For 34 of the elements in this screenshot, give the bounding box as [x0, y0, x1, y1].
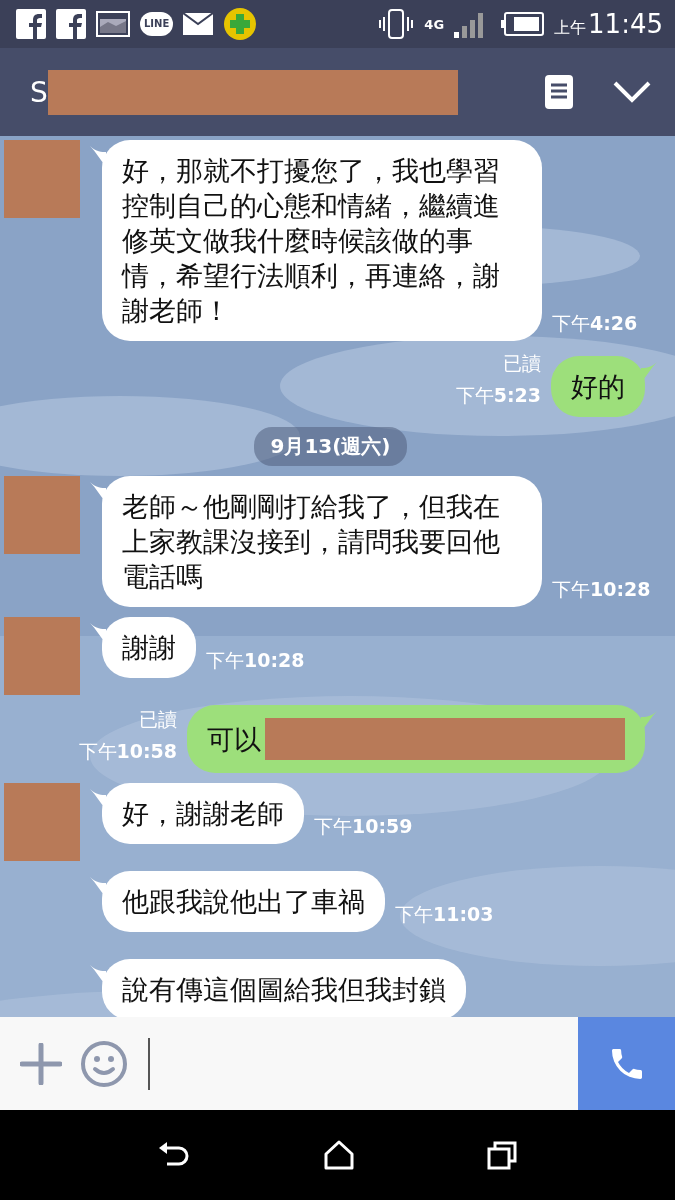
line-app-icon: LINE: [140, 12, 174, 36]
network-type: 4G: [424, 17, 445, 31]
image-icon: [96, 11, 130, 37]
call-button[interactable]: [578, 1017, 675, 1110]
recent-apps-icon[interactable]: [486, 1140, 519, 1170]
notes-icon[interactable]: [545, 75, 573, 109]
message-bubble: 可以: [187, 705, 645, 773]
plus-app-icon: [223, 7, 258, 41]
message-bubble: 好，那就不打擾您了，我也學習控制自己的心態和情緒，繼續進修英文做我什麼時候該做的事情，希望行法順利，再連絡，謝謝老師！: [102, 140, 542, 341]
message-bubble: 好，謝謝老師: [102, 783, 304, 844]
facebook-icon: [56, 9, 86, 39]
emoji-icon[interactable]: [80, 1039, 128, 1088]
battery-icon: [500, 12, 545, 36]
home-icon[interactable]: [323, 1140, 354, 1170]
message-time: 下午10:28: [206, 648, 305, 673]
read-label: 已讀: [139, 707, 177, 732]
plus-icon[interactable]: [20, 1042, 62, 1085]
message-bubble: 他跟我說他出了車禍: [102, 871, 385, 932]
facebook-icon: [16, 9, 46, 39]
message-time: 下午10:28: [552, 577, 651, 602]
read-label: 已讀: [503, 351, 541, 376]
mail-icon: [183, 13, 214, 35]
message-time: 下午4:26: [552, 311, 638, 336]
message-bubble: 老師～他剛剛打給我了，但我在上家教課沒接到，請問我要回他電話嗎: [102, 476, 542, 607]
clock: 上午 11:45: [554, 11, 663, 37]
chat-title: S: [30, 75, 48, 109]
message-time: 下午10:58: [78, 739, 177, 764]
chevron-down-icon[interactable]: [613, 81, 651, 103]
vibrate-icon: [378, 9, 415, 39]
message-bubble: 說有傳這個圖給我但我封鎖: [102, 959, 466, 1017]
message-time: 下午5:23: [455, 383, 541, 408]
message-time: 下午10:59: [314, 814, 413, 839]
date-label: 9月13(週六): [254, 427, 407, 466]
message-time: 下午11:03: [395, 902, 494, 927]
